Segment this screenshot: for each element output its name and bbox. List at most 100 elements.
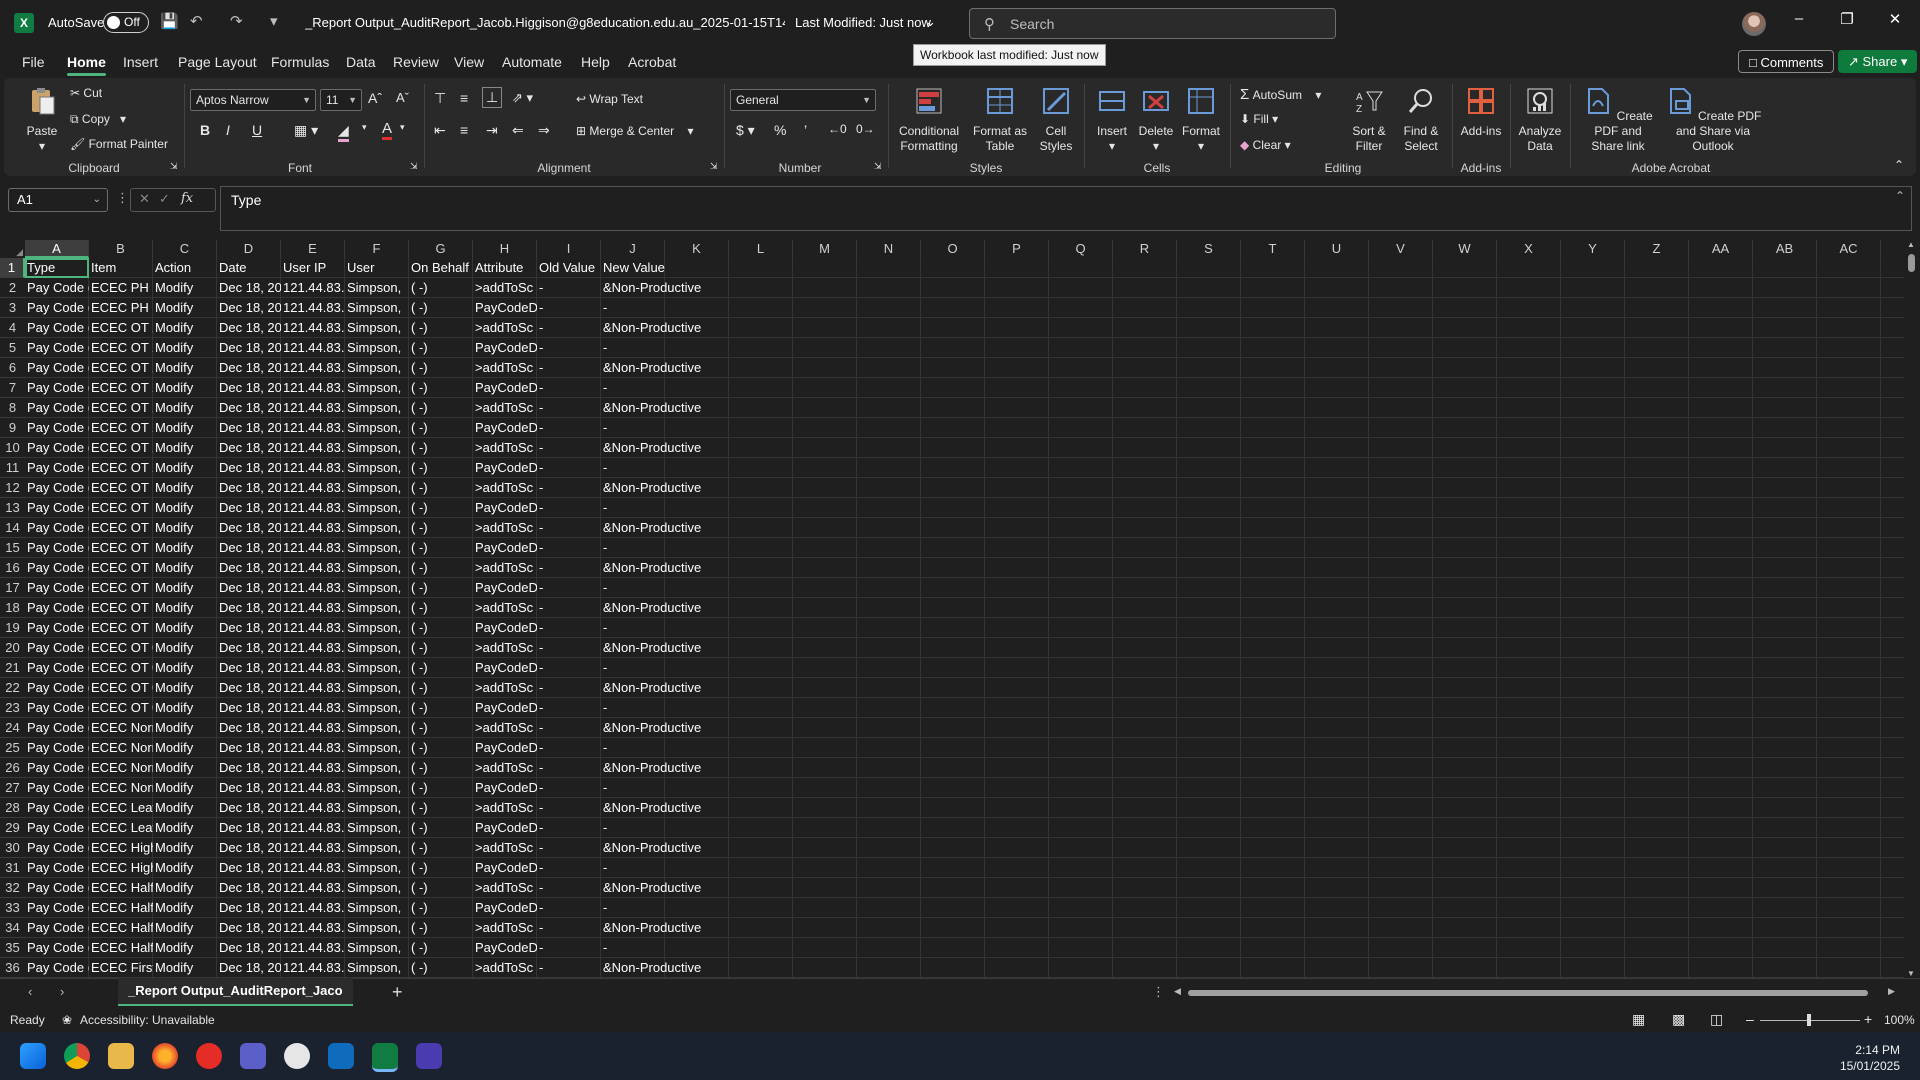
column-header[interactable]: Q (1049, 240, 1113, 258)
table-cell[interactable]: - (601, 818, 729, 838)
table-cell[interactable]: Simpson, (345, 278, 409, 298)
table-cell[interactable]: Dec 18, 20 (217, 318, 281, 338)
table-cell[interactable]: - (601, 498, 729, 518)
table-cell[interactable]: Dec 18, 20 (217, 938, 281, 958)
redo-icon[interactable]: ↷ (230, 12, 243, 30)
table-cell[interactable]: Pay Code ( (25, 738, 89, 758)
row-header[interactable]: 6 (0, 358, 25, 378)
column-header[interactable]: L (729, 240, 793, 258)
page-layout-view-icon[interactable]: ▩ (1672, 1011, 1685, 1028)
table-cell[interactable]: Simpson, (345, 958, 409, 978)
customize-qat-icon[interactable]: ▾ (270, 12, 278, 30)
table-cell[interactable]: Simpson, (345, 678, 409, 698)
table-cell[interactable]: Modify (153, 358, 217, 378)
table-cell[interactable]: Modify (153, 758, 217, 778)
header-cell[interactable]: Item (89, 258, 153, 278)
table-cell[interactable]: &Non-Productive (601, 598, 729, 618)
table-cell[interactable]: - (537, 538, 601, 558)
table-cell[interactable]: ECEC OT 1 (89, 478, 153, 498)
table-cell[interactable]: - (537, 478, 601, 498)
table-cell[interactable]: - (537, 378, 601, 398)
column-header[interactable]: U (1305, 240, 1369, 258)
row-header[interactable]: 19 (0, 618, 25, 638)
table-cell[interactable]: 121.44.83. (281, 418, 345, 438)
table-cell[interactable]: 121.44.83. (281, 898, 345, 918)
formula-input[interactable]: Type ⌃ (220, 186, 1912, 231)
table-cell[interactable]: 121.44.83. (281, 678, 345, 698)
table-cell[interactable]: ( -) (409, 418, 473, 438)
table-cell[interactable]: Pay Code ( (25, 518, 89, 538)
table-cell[interactable]: ( -) (409, 498, 473, 518)
column-header[interactable]: AA (1689, 240, 1753, 258)
table-cell[interactable]: Pay Code ( (25, 378, 89, 398)
table-cell[interactable]: ECEC Half (89, 918, 153, 938)
table-cell[interactable]: ECEC High (89, 858, 153, 878)
table-cell[interactable]: >addToSc (473, 758, 537, 778)
table-cell[interactable]: >addToSc (473, 878, 537, 898)
table-cell[interactable]: ECEC OT 1 (89, 578, 153, 598)
sort-filter-button[interactable]: AZ Sort & Filter (1344, 86, 1394, 154)
table-cell[interactable]: Modify (153, 838, 217, 858)
table-cell[interactable]: ( -) (409, 318, 473, 338)
close-icon[interactable]: ✕ (1880, 10, 1910, 28)
column-header[interactable]: AC (1817, 240, 1881, 258)
row-header[interactable]: 25 (0, 738, 25, 758)
row-header[interactable]: 9 (0, 418, 25, 438)
table-cell[interactable]: Dec 18, 20 (217, 778, 281, 798)
align-center-icon[interactable]: ≡ (460, 122, 468, 138)
table-cell[interactable]: Simpson, (345, 358, 409, 378)
table-cell[interactable]: ECEC High (89, 838, 153, 858)
table-cell[interactable]: - (537, 318, 601, 338)
table-cell[interactable]: >addToSc (473, 478, 537, 498)
table-cell[interactable]: ECEC Leav (89, 798, 153, 818)
decrease-indent-icon[interactable]: ⇐ (512, 122, 524, 139)
table-cell[interactable]: - (537, 438, 601, 458)
accessibility-status[interactable]: Accessibility: Unavailable (80, 1013, 215, 1027)
table-cell[interactable]: ( -) (409, 678, 473, 698)
table-cell[interactable]: 121.44.83. (281, 918, 345, 938)
expand-formula-icon[interactable]: ⌃ (1895, 189, 1905, 203)
table-cell[interactable]: - (537, 938, 601, 958)
table-cell[interactable]: Dec 18, 20 (217, 958, 281, 978)
table-cell[interactable]: ( -) (409, 838, 473, 858)
table-cell[interactable]: ( -) (409, 938, 473, 958)
row-header[interactable]: 14 (0, 518, 25, 538)
table-cell[interactable]: ECEC OT 0 (89, 698, 153, 718)
table-cell[interactable]: Pay Code ( (25, 398, 89, 418)
autosum-button[interactable]: Σ AutoSum ▾ (1240, 86, 1321, 103)
row-header[interactable]: 30 (0, 838, 25, 858)
table-cell[interactable]: Modify (153, 778, 217, 798)
delete-cells-button[interactable]: Delete ▾ (1134, 86, 1178, 154)
table-cell[interactable]: Pay Code ( (25, 458, 89, 478)
table-cell[interactable]: Dec 18, 20 (217, 558, 281, 578)
table-cell[interactable]: - (537, 498, 601, 518)
table-cell[interactable]: >addToSc (473, 358, 537, 378)
increase-indent-icon[interactable]: ⇒ (538, 122, 550, 139)
file-explorer-icon[interactable] (108, 1043, 134, 1069)
column-header[interactable]: D (217, 240, 281, 258)
table-cell[interactable]: Simpson, (345, 398, 409, 418)
more-options-icon[interactable]: ⋮ (1152, 984, 1165, 1000)
column-header[interactable]: W (1433, 240, 1497, 258)
table-cell[interactable]: >addToSc (473, 438, 537, 458)
table-cell[interactable]: ( -) (409, 538, 473, 558)
zoom-level[interactable]: 100% (1884, 1013, 1915, 1027)
table-cell[interactable]: Pay Code ( (25, 698, 89, 718)
table-cell[interactable]: ECEC OT 2 (89, 458, 153, 478)
scroll-down-icon[interactable]: ▼ (1907, 969, 1915, 978)
table-cell[interactable]: Dec 18, 20 (217, 918, 281, 938)
table-cell[interactable]: - (537, 338, 601, 358)
table-cell[interactable]: - (537, 658, 601, 678)
column-header[interactable]: E (281, 240, 345, 258)
table-cell[interactable]: - (601, 298, 729, 318)
fill-color-icon[interactable]: ◢ (338, 122, 349, 142)
table-cell[interactable]: Modify (153, 898, 217, 918)
table-cell[interactable]: Pay Code ( (25, 478, 89, 498)
table-cell[interactable]: - (537, 838, 601, 858)
table-cell[interactable]: >addToSc (473, 678, 537, 698)
table-cell[interactable]: 121.44.83. (281, 618, 345, 638)
table-cell[interactable]: &Non-Productive (601, 438, 729, 458)
chevron-down-icon[interactable]: ⌄ (925, 14, 936, 30)
table-cell[interactable]: ECEC OT 1 (89, 518, 153, 538)
table-cell[interactable]: Simpson, (345, 298, 409, 318)
